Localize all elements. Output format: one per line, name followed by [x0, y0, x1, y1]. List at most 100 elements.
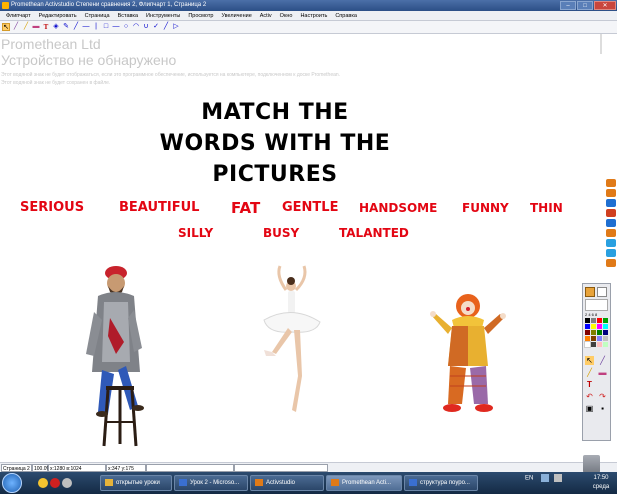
swatch[interactable] — [585, 336, 590, 341]
palette-current-color[interactable] — [585, 287, 595, 297]
maximize-button[interactable]: □ — [577, 1, 593, 10]
menu-flipchart[interactable]: Флипчарт — [2, 11, 35, 20]
swatch[interactable] — [597, 330, 602, 335]
side-record-icon[interactable] — [606, 209, 616, 217]
start-button[interactable] — [2, 473, 22, 493]
taskbar-item-folder[interactable]: открытые уроки — [100, 475, 172, 491]
side-screen-icon[interactable] — [606, 239, 616, 247]
word-thin[interactable]: THIN — [530, 201, 563, 215]
swatch[interactable] — [585, 318, 590, 323]
side-grid-icon[interactable] — [606, 199, 616, 207]
swatch[interactable] — [585, 324, 590, 329]
horizontal-line-icon[interactable]: — — [112, 23, 120, 31]
swatch[interactable] — [603, 336, 608, 341]
swatch[interactable] — [603, 324, 608, 329]
palette-secondary-color[interactable] — [597, 287, 607, 297]
swatch[interactable] — [603, 318, 608, 323]
side-page-icon[interactable] — [606, 219, 616, 227]
pen-width-labels[interactable]: 2 4 6 8 — [585, 312, 597, 317]
camera-icon[interactable]: ▣ — [585, 404, 594, 413]
rectangle-icon[interactable]: □ — [102, 23, 110, 31]
menu-view[interactable]: Просмотр — [184, 11, 217, 20]
swatch[interactable] — [591, 336, 596, 341]
ellipse-icon[interactable]: ○ — [122, 23, 130, 31]
word-busy[interactable]: BUSY — [263, 226, 299, 240]
word-silly[interactable]: SILLY — [178, 226, 213, 240]
quicklaunch-icon[interactable] — [62, 478, 72, 488]
swatch[interactable] — [597, 324, 602, 329]
word-handsome[interactable]: HANDSOME — [359, 201, 437, 215]
ballerina-picture[interactable] — [258, 264, 326, 420]
word-gentle[interactable]: GENTLE — [282, 200, 338, 215]
swatch[interactable] — [603, 342, 608, 347]
eraser-icon[interactable]: ▬ — [32, 23, 40, 31]
swatch[interactable] — [597, 336, 602, 341]
taskbar-item-document[interactable]: структура поуро... — [404, 475, 478, 491]
menu-tools[interactable]: Инструменты — [142, 11, 184, 20]
swatch[interactable] — [603, 330, 608, 335]
side-arrow-icon[interactable] — [606, 179, 616, 187]
palette-text-icon[interactable]: T — [585, 380, 594, 389]
triangle-arrow-icon[interactable]: ▷ — [172, 23, 180, 31]
swatch[interactable] — [591, 330, 596, 335]
word-fat[interactable]: FAT — [231, 199, 260, 217]
close-button[interactable]: ✕ — [594, 1, 616, 10]
pointer-icon[interactable]: ↖ — [2, 23, 10, 31]
screen-icon[interactable]: ▪ — [598, 404, 607, 413]
swatch[interactable] — [597, 342, 602, 347]
fill-icon[interactable]: ◈ — [52, 23, 60, 31]
volume-icon[interactable] — [553, 474, 562, 482]
dash-icon[interactable]: — — [82, 23, 90, 31]
palette-pen-icon[interactable]: ╱ — [598, 356, 607, 365]
network-icon[interactable] — [541, 474, 550, 482]
swatch[interactable] — [584, 341, 591, 348]
swatch[interactable] — [585, 330, 590, 335]
side-arrow-icon[interactable] — [606, 259, 616, 267]
clock[interactable]: 17:50 среда — [585, 474, 617, 492]
swatch[interactable] — [591, 324, 596, 329]
slash-icon[interactable]: ╱ — [162, 23, 170, 31]
arc-icon[interactable]: ◠ — [132, 23, 140, 31]
menu-window[interactable]: Окно — [276, 11, 297, 20]
menu-edit[interactable]: Редактировать — [35, 11, 81, 20]
vertical-line-icon[interactable]: | — [92, 23, 100, 31]
check-icon[interactable]: ✓ — [152, 23, 160, 31]
swatch[interactable] — [597, 318, 602, 323]
menu-customize[interactable]: Настроить — [296, 11, 331, 20]
artist-picture[interactable] — [80, 262, 150, 450]
taskbar-item-promethean[interactable]: Promethean Acti... — [326, 475, 402, 491]
palette-highlighter-icon[interactable]: ╱ — [585, 368, 594, 377]
taskbar-item-word[interactable]: Урок 2 - Microso... — [174, 475, 248, 491]
taskbar-item-activstudio[interactable]: Activstudio — [250, 475, 324, 491]
side-tool-icon[interactable] — [606, 229, 616, 237]
opera-icon[interactable] — [50, 478, 60, 488]
word-talanted[interactable]: TALANTED — [339, 226, 409, 240]
pen-width-preview[interactable] — [585, 299, 608, 311]
menu-activ[interactable]: Activ — [256, 11, 276, 20]
side-arrow-icon[interactable] — [606, 189, 616, 197]
undo-icon[interactable]: ↶ — [585, 392, 594, 401]
menu-page[interactable]: Страница — [81, 11, 114, 20]
word-beautiful[interactable]: BEAUTIFUL — [119, 200, 199, 215]
menu-zoom[interactable]: Увеличение — [217, 11, 255, 20]
curve-icon[interactable]: ∪ — [142, 23, 150, 31]
highlighter-icon[interactable]: ╱ — [22, 23, 30, 31]
pen-icon[interactable]: ╱ — [12, 23, 20, 31]
menu-help[interactable]: Справка — [331, 11, 361, 20]
swatch[interactable] — [591, 318, 596, 323]
clown-picture[interactable] — [428, 292, 510, 414]
swatch[interactable] — [591, 342, 596, 347]
chrome-icon[interactable] — [38, 478, 48, 488]
minimize-button[interactable]: – — [560, 1, 576, 10]
line-icon[interactable]: ╱ — [72, 23, 80, 31]
word-funny[interactable]: FUNNY — [462, 201, 509, 215]
word-serious[interactable]: SERIOUS — [20, 200, 84, 215]
scroll-indicator[interactable] — [598, 34, 604, 54]
marker-icon[interactable]: ✎ — [62, 23, 70, 31]
redo-icon[interactable]: ↷ — [598, 392, 607, 401]
palette-eraser-icon[interactable]: ▬ — [598, 368, 607, 377]
side-screen-icon[interactable] — [606, 249, 616, 257]
text-tool-icon[interactable]: T — [42, 23, 50, 31]
menu-insert[interactable]: Вставка — [114, 11, 142, 20]
language-indicator[interactable]: EN — [525, 476, 533, 482]
